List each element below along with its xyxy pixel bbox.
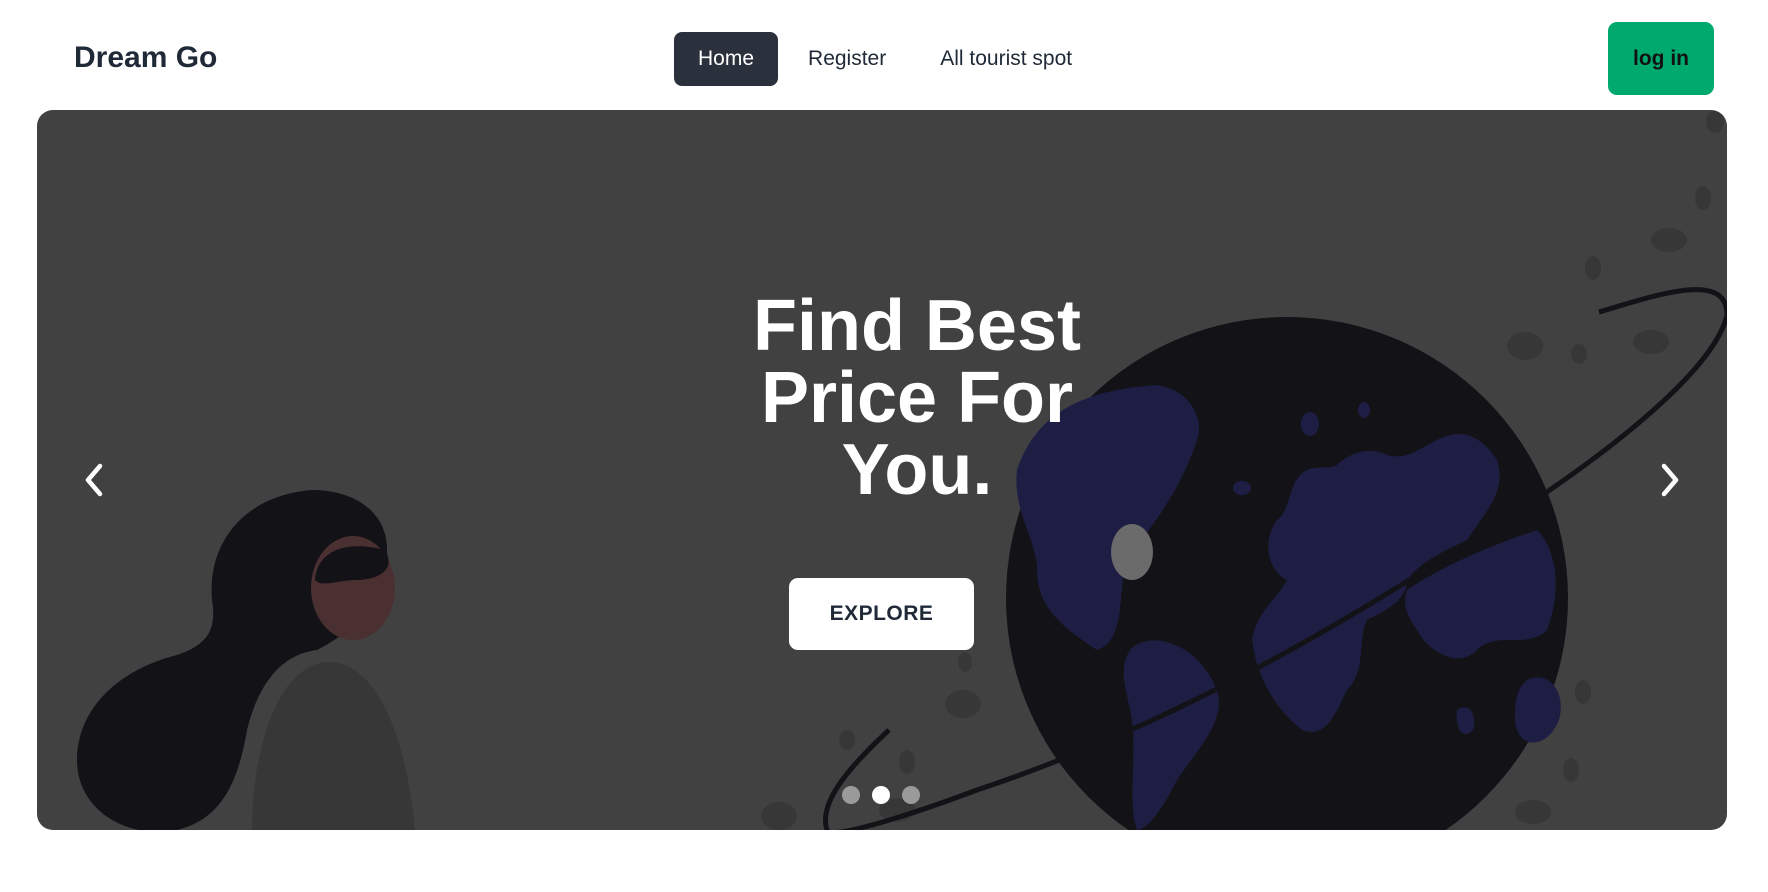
globe-crater [1111, 524, 1153, 580]
brand-logo[interactable]: Dream Go [74, 40, 217, 76]
hero-title: Find Best Price For You. [752, 286, 1081, 510]
navbar: Dream Go Home Register All tourist spot … [0, 0, 1768, 108]
nav-links: Home Register All tourist spot [674, 32, 1096, 86]
login-button[interactable]: log in [1608, 22, 1714, 95]
carousel-next-button[interactable] [1645, 450, 1695, 510]
carousel-dot-3[interactable] [902, 786, 920, 804]
hero-carousel: Find Best Price For You. EXPLORE [37, 110, 1727, 830]
carousel-prev-button[interactable] [69, 450, 119, 510]
chevron-right-icon [1661, 463, 1679, 497]
nav-link-home[interactable]: Home [674, 32, 779, 86]
nav-link-all-tourist-spot[interactable]: All tourist spot [916, 32, 1096, 86]
carousel-indicators [842, 786, 920, 804]
carousel-dot-1[interactable] [842, 786, 860, 804]
chevron-left-icon [85, 463, 103, 497]
person-illustration [77, 490, 415, 830]
carousel-dot-2[interactable] [872, 786, 890, 804]
explore-button[interactable]: EXPLORE [789, 578, 974, 650]
nav-link-register[interactable]: Register [784, 32, 910, 86]
